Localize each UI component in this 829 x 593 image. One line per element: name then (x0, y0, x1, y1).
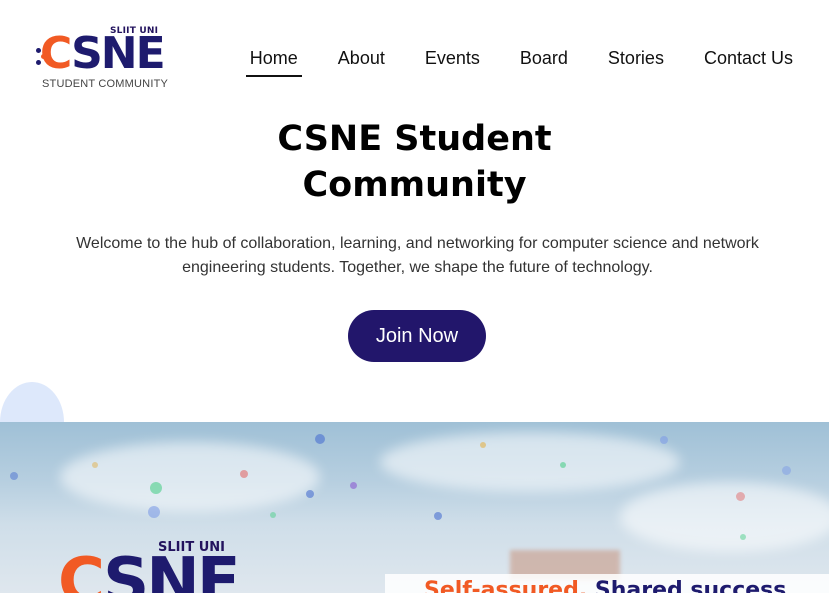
hero-banner-image: SLIIT UNI CSNE Self-assured, Shared succ… (0, 422, 829, 593)
logo-wordmark: CSNE (40, 28, 166, 79)
banner-slogan: Self-assured, Shared success (424, 578, 787, 593)
hero-title-line2: Community (302, 165, 527, 205)
csne-logo[interactable]: SLIIT UNI CSNE STUDENT COMMUNITY (36, 26, 169, 90)
nav-board[interactable]: Board (516, 46, 572, 77)
nav-contact-us[interactable]: Contact Us (700, 46, 797, 77)
banner-logo-wordmark: CSNE (58, 545, 241, 593)
nav-about[interactable]: About (334, 46, 389, 77)
nav-events[interactable]: Events (421, 46, 484, 77)
hero-title-line1: CSNE Student (277, 119, 552, 159)
nav-home[interactable]: Home (245, 46, 302, 77)
join-now-button[interactable]: Join Now (348, 310, 486, 362)
logo-subtitle: STUDENT COMMUNITY (42, 78, 169, 90)
hero-title: CSNE Student Community (0, 116, 829, 208)
main-nav: Home About Events Board Stories Contact … (245, 46, 797, 77)
nav-stories[interactable]: Stories (604, 46, 668, 77)
hero-subtitle: Welcome to the hub of collaboration, lea… (76, 235, 759, 276)
